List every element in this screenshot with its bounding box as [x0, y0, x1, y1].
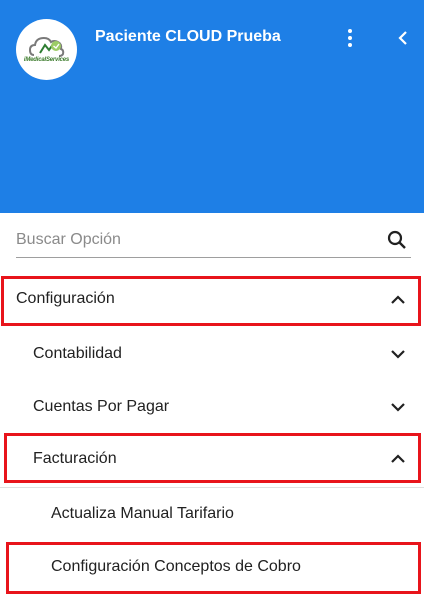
menu-item-configuracion-conceptos-de-cobro[interactable]: Configuración Conceptos de Cobro: [0, 542, 424, 594]
chevron-down-icon: [391, 403, 405, 412]
chevron-left-icon: [398, 31, 407, 45]
menu-item-cuentas-por-pagar[interactable]: Cuentas Por Pagar: [0, 381, 424, 433]
menu-item-configuracion[interactable]: Configuración: [0, 276, 424, 326]
search-icon[interactable]: [385, 228, 409, 252]
menu-item-label: Facturación: [33, 450, 117, 467]
menu-item-label: Cuentas Por Pagar: [33, 398, 170, 415]
more-vert-icon: [348, 29, 352, 47]
menu-item-facturacion[interactable]: Facturación: [0, 433, 424, 483]
cloud-logo-icon: [28, 36, 65, 57]
company-logo: iMedicalServices: [16, 19, 77, 80]
search-input[interactable]: [16, 227, 376, 253]
more-options-button[interactable]: [338, 26, 362, 50]
search-box: [16, 225, 411, 258]
menu-item-contabilidad[interactable]: Contabilidad: [0, 328, 424, 380]
logo-text: iMedicalServices: [23, 57, 70, 63]
menu-item-label: Contabilidad: [33, 345, 122, 362]
divider: [0, 487, 424, 488]
collapse-sidebar-button[interactable]: [391, 26, 415, 50]
chevron-up-icon: [391, 454, 405, 463]
menu-item-label: Configuración Conceptos de Cobro: [51, 558, 301, 575]
menu-item-label: Actualiza Manual Tarifario: [51, 505, 234, 522]
user-name: Paciente CLOUD Prueba: [95, 28, 281, 45]
menu-item-label: Configuración: [16, 290, 115, 307]
sidebar-header: iMedicalServices Paciente CLOUD Prueba: [0, 0, 424, 213]
chevron-down-icon: [391, 350, 405, 359]
menu-item-actualiza-manual-tarifario[interactable]: Actualiza Manual Tarifario: [0, 489, 424, 539]
chevron-up-icon: [391, 295, 405, 304]
